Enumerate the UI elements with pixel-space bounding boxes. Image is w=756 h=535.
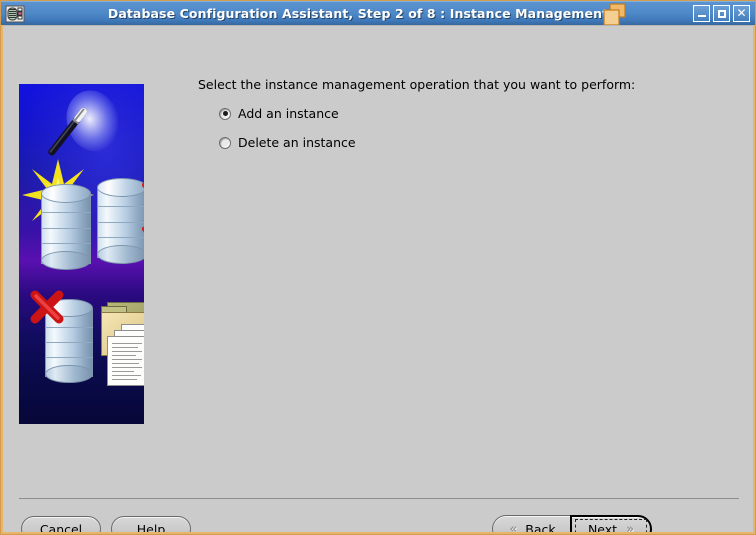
chevron-left-icon: « [509, 521, 518, 533]
cancel-button[interactable]: Cancel [21, 516, 101, 532]
database-cylinder-icon [41, 184, 91, 270]
window-title: Database Configuration Assistant, Step 2… [107, 6, 609, 21]
maximize-icon[interactable] [713, 5, 730, 22]
back-button[interactable]: « Back [492, 515, 572, 532]
next-button[interactable]: Next » [570, 515, 652, 532]
client-area: Select the instance management operation… [3, 25, 753, 532]
back-button-label: Back [525, 521, 556, 533]
window-controls: ✕ [693, 5, 750, 22]
minimize-icon[interactable] [693, 5, 710, 22]
application-window: Database Configuration Assistant, Step 2… [0, 0, 756, 535]
help-button[interactable]: Help [111, 516, 191, 532]
documents-icon [105, 324, 144, 386]
next-button-label: Next [587, 521, 618, 533]
cascade-windows-icon [603, 3, 629, 27]
help-button-label: Help [136, 521, 166, 533]
wizard-database-illustration [19, 84, 144, 424]
radio-label-delete-instance: Delete an instance [238, 135, 356, 150]
navigation-button-group: « Back Next » [492, 515, 652, 532]
title-bar[interactable]: Database Configuration Assistant, Step 2… [1, 1, 755, 27]
radio-option-delete-instance[interactable]: Delete an instance [219, 135, 356, 150]
instruction-text: Select the instance management operation… [198, 77, 636, 92]
database-cylinder-icon [97, 178, 144, 264]
radio-button-selected-icon[interactable] [219, 107, 231, 120]
close-icon[interactable]: ✕ [733, 5, 750, 22]
radio-label-add-instance: Add an instance [238, 106, 339, 121]
chevron-right-icon: » [626, 521, 635, 533]
database-app-icon [5, 4, 25, 24]
footer-separator [19, 498, 739, 499]
cancel-button-label: Cancel [39, 521, 83, 533]
red-x-icon [29, 289, 64, 324]
radio-button-icon[interactable] [219, 136, 231, 149]
radio-option-add-instance[interactable]: Add an instance [219, 106, 339, 121]
